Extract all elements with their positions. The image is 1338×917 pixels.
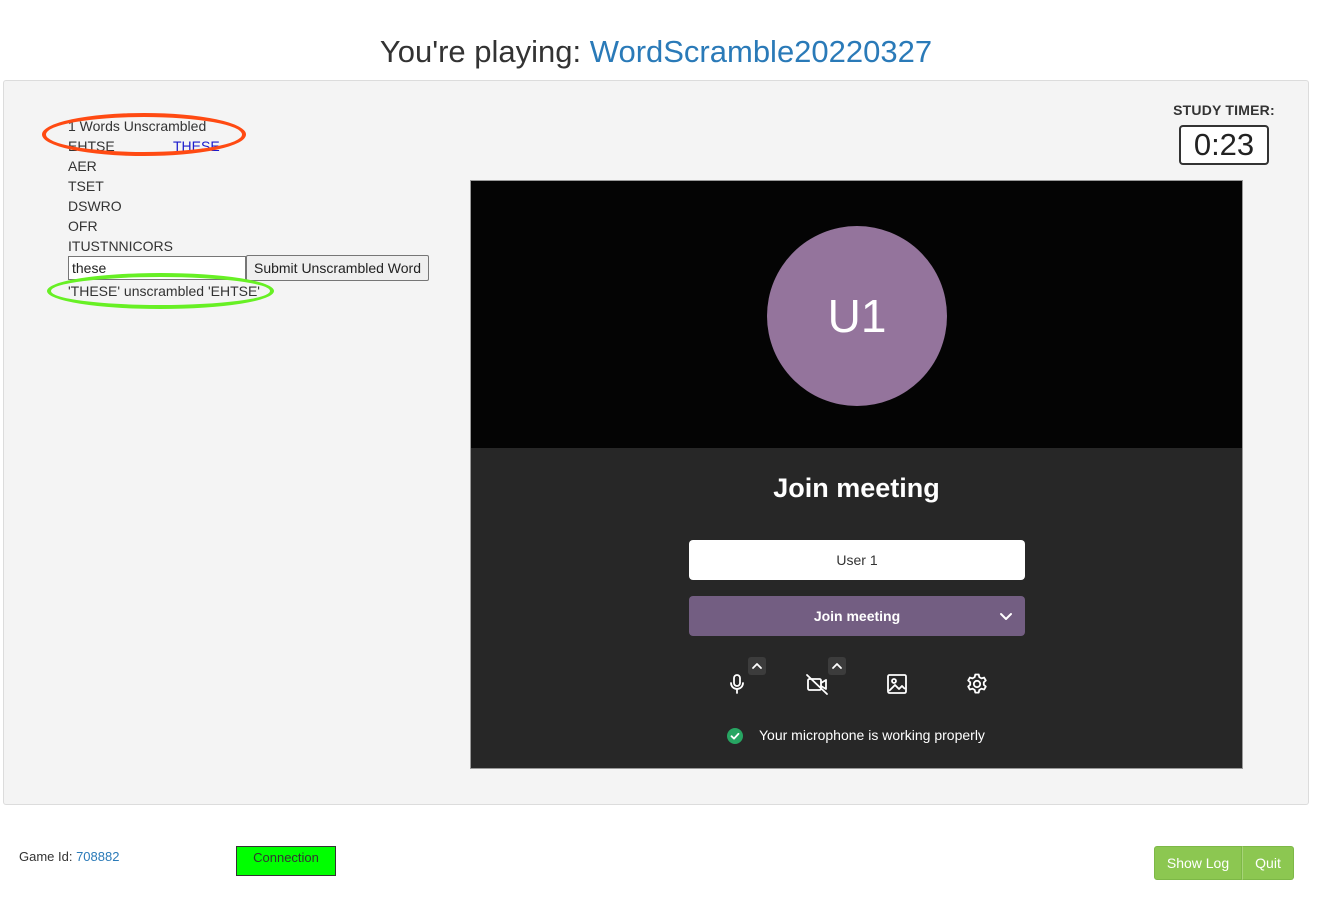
scrambled-word: AER [68, 158, 97, 174]
video-preview: U1 [471, 181, 1242, 448]
game-name-link[interactable]: WordScramble20220327 [590, 34, 932, 69]
connection-indicator[interactable]: Connection [236, 846, 336, 876]
study-timer-label: STUDY TIMER: [1173, 102, 1275, 118]
word-row: EHTSE THESE [68, 136, 220, 156]
join-meeting-button[interactable]: Join meeting [689, 596, 1025, 636]
scrambled-word: DSWRO [68, 198, 122, 214]
camera-options-caret-icon[interactable] [828, 657, 846, 675]
display-name-field[interactable]: User 1 [689, 540, 1025, 580]
solved-word: THESE [173, 138, 220, 154]
video-off-icon[interactable] [804, 671, 830, 697]
mic-options-caret-icon[interactable] [748, 657, 766, 675]
quit-button[interactable]: Quit [1242, 846, 1294, 880]
word-row: ITUSTNNICORS [68, 236, 206, 256]
scrambled-word: EHTSE [68, 138, 115, 154]
avatar: U1 [767, 226, 947, 406]
chevron-down-icon[interactable] [997, 607, 1015, 625]
background-image-icon[interactable] [884, 671, 910, 697]
word-row: OFR [68, 216, 206, 236]
words-unscrambled-count: 1 Words Unscrambled [68, 118, 207, 134]
word-list: 1 Words Unscrambled EHTSE THESE AER TSET… [68, 116, 220, 256]
settings-gear-icon[interactable] [964, 671, 990, 697]
scrambled-word: TSET [68, 178, 104, 194]
check-circle-icon [727, 728, 743, 744]
scrambled-word: ITUSTNNICORS [68, 238, 173, 254]
word-row: DSWRO [68, 196, 206, 216]
word-row: AER [68, 156, 206, 176]
microphone-icon[interactable] [724, 671, 750, 697]
title-prefix: You're playing: [379, 34, 590, 69]
page-title: You're playing: WordScramble20220327 [0, 34, 1312, 70]
join-meeting-heading: Join meeting [773, 473, 940, 503]
scrambled-word: OFR [68, 218, 98, 234]
submit-unscrambled-word-button[interactable]: Submit Unscrambled Word [246, 255, 429, 281]
mic-status-text: Your microphone is working properly [759, 727, 985, 743]
game-id-label: Game Id: [19, 849, 77, 864]
word-row: TSET [68, 176, 206, 196]
study-timer-value: 0:23 [1179, 125, 1269, 165]
unscramble-feedback: 'THESE' unscrambled 'EHTSE' [68, 283, 260, 299]
meeting-prejoin-frame: U1 Join meeting User 1 Join meeting Your… [470, 180, 1243, 769]
game-id: Game Id: 708882 [19, 849, 119, 864]
game-id-link[interactable]: 708882 [76, 849, 119, 864]
unscramble-input[interactable] [68, 256, 246, 280]
join-meeting-label: Join meeting [813, 608, 901, 624]
show-log-button[interactable]: Show Log [1154, 846, 1242, 880]
